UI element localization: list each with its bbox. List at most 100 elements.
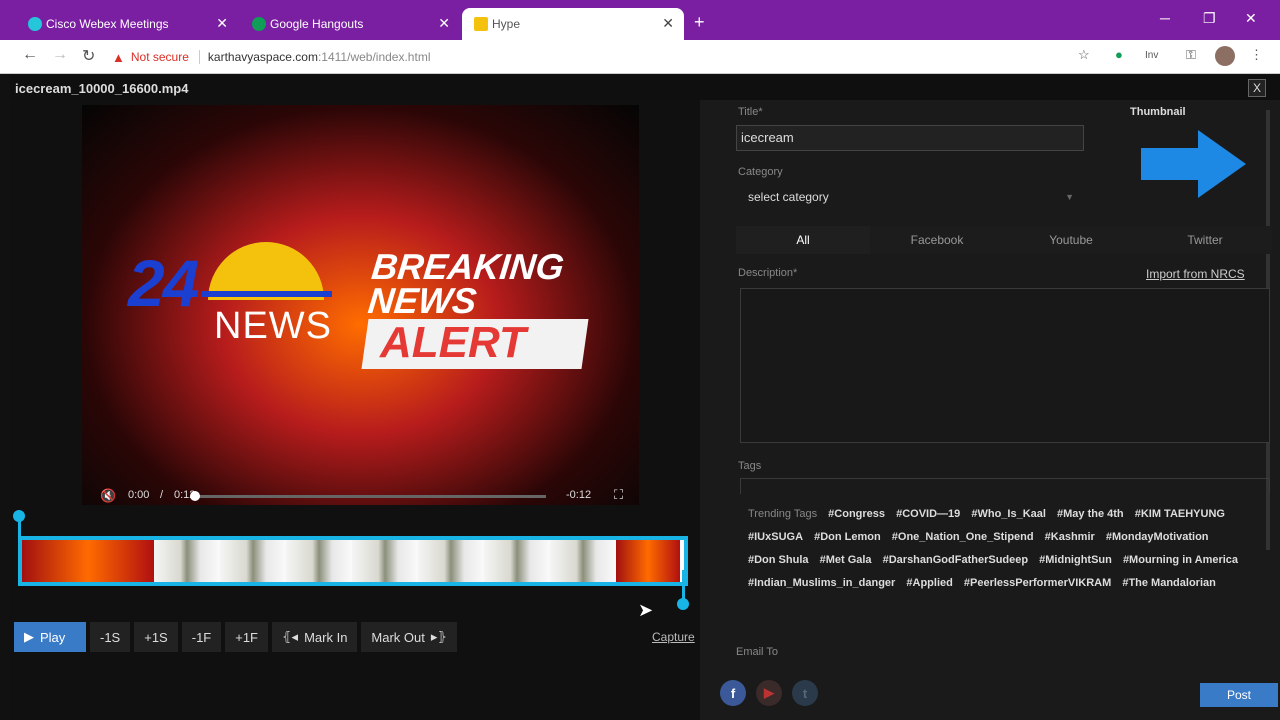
breaking-word: BREAKING xyxy=(369,246,567,287)
trim-out-handle[interactable] xyxy=(677,598,689,610)
email-to-label: Email To xyxy=(736,646,778,658)
key-icon[interactable]: ⚿ xyxy=(1186,47,1196,63)
arrow-right-icon xyxy=(1141,130,1246,198)
bookmark-star-icon[interactable]: ☆ xyxy=(1078,47,1090,63)
back-icon[interactable]: ← xyxy=(22,46,38,64)
trending-tag[interactable]: #MondayMotivation xyxy=(1106,531,1209,543)
forward-1s-button[interactable]: +1S xyxy=(134,622,178,652)
trending-tag[interactable]: #May the 4th xyxy=(1057,508,1124,520)
tab-twitter[interactable]: Twitter xyxy=(1138,226,1272,254)
time-current: 0:00 xyxy=(128,489,150,501)
browser-tab-hype[interactable]: Hype ✕ xyxy=(462,8,684,40)
extension-icon[interactable]: ● xyxy=(1115,47,1123,62)
import-nrcs-link[interactable]: Import from NRCS xyxy=(1146,267,1245,281)
trending-tag[interactable]: #DarshanGodFatherSudeep xyxy=(883,554,1028,566)
trending-tag[interactable]: #Met Gala xyxy=(820,554,872,566)
trending-tag[interactable]: #COVID—19 xyxy=(896,508,960,520)
trending-tag[interactable]: #Mourning in America xyxy=(1123,554,1238,566)
mark-out-button[interactable]: Mark Out ▸⦄ xyxy=(361,622,457,652)
trending-tag[interactable]: #Don Lemon xyxy=(814,531,881,543)
mark-in-icon: ⦃◂ xyxy=(282,629,299,644)
post-button[interactable]: Post xyxy=(1200,683,1278,707)
trending-tag[interactable]: #Who_Is_Kaal xyxy=(971,508,1046,520)
profile-label[interactable]: Inv xyxy=(1145,50,1158,61)
metadata-form: Title* icecream Thumbnail Category selec… xyxy=(700,100,1280,720)
twitter-icon[interactable]: t xyxy=(792,680,818,706)
clip-editor: icecream_10000_16600.mp4 X 24 NEWS BREAK… xyxy=(10,75,1280,720)
transport-controls: ▶ Play -1S +1S -1F +1F ⦃◂ Mark In Mark O… xyxy=(14,622,457,652)
description-textarea[interactable] xyxy=(740,288,1270,443)
trending-tag[interactable]: #MidnightSun xyxy=(1039,554,1112,566)
new-tab-icon[interactable]: + xyxy=(694,12,705,33)
trending-label: Trending Tags xyxy=(748,508,818,520)
tab-youtube[interactable]: Youtube xyxy=(1004,226,1138,254)
title-input[interactable]: icecream xyxy=(736,125,1084,151)
maximize-icon[interactable]: ❐ xyxy=(1203,10,1216,27)
hype-favicon-icon xyxy=(474,17,488,31)
tab-all[interactable]: All xyxy=(736,226,870,254)
trending-tag[interactable]: #The Mandalorian xyxy=(1122,577,1216,589)
facebook-icon[interactable]: f xyxy=(720,680,746,706)
minimize-icon[interactable]: ─ xyxy=(1160,10,1170,26)
thumbnail-label: Thumbnail xyxy=(1130,106,1186,118)
browser-tab-webex[interactable]: Cisco Webex Meetings ✕ xyxy=(16,8,238,40)
address-bar: ← → ↻ ▲ Not secure karthavyaspace.com :1… xyxy=(0,40,1280,74)
trending-tag[interactable]: #Don Shula xyxy=(748,554,809,566)
forward-icon[interactable]: → xyxy=(52,46,68,64)
trending-tag[interactable]: #Applied xyxy=(906,577,952,589)
reload-icon[interactable]: ↻ xyxy=(82,46,95,66)
thumbnail-preview[interactable] xyxy=(1136,124,1246,214)
alert-word: ALERT xyxy=(380,318,526,367)
filmstrip-frame xyxy=(418,540,484,582)
url-field[interactable]: ▲ Not secure karthavyaspace.com :1411/we… xyxy=(112,44,1062,70)
webex-favicon-icon xyxy=(28,17,42,31)
forward-1f-button[interactable]: +1F xyxy=(225,622,268,652)
news-word: NEWS xyxy=(366,280,479,321)
tab-facebook[interactable]: Facebook xyxy=(870,226,1004,254)
youtube-icon[interactable]: ▶ xyxy=(756,680,782,706)
capture-link[interactable]: Capture xyxy=(652,630,695,644)
mute-icon[interactable]: 🔇 xyxy=(100,488,116,504)
close-tab-icon[interactable]: ✕ xyxy=(438,15,450,32)
security-status[interactable]: Not secure xyxy=(131,50,189,64)
player-controls: 🔇 0:00 / 0:12 -0:12 ⛶ xyxy=(90,485,630,507)
fullscreen-icon[interactable]: ⛶ xyxy=(614,487,623,503)
close-editor-button[interactable]: X xyxy=(1248,79,1266,97)
mark-out-icon: ▸⦄ xyxy=(430,629,447,644)
category-select[interactable]: select category ▼ xyxy=(736,184,1084,210)
channel-word: NEWS xyxy=(214,305,332,347)
trim-in-handle[interactable] xyxy=(13,510,25,522)
video-player[interactable]: 24 NEWS BREAKING NEWS ALERT xyxy=(82,105,639,505)
browser-tab-hangouts[interactable]: Google Hangouts ✕ xyxy=(240,8,460,40)
category-label: Category xyxy=(738,166,783,178)
trending-tags: Trending Tags #Congress #COVID—19 #Who_I… xyxy=(748,503,1268,595)
seek-handle[interactable] xyxy=(190,491,200,501)
menu-icon[interactable]: ⋮ xyxy=(1250,47,1263,63)
tags-input[interactable] xyxy=(740,478,1270,494)
description-label: Description* xyxy=(738,267,798,279)
mark-in-button[interactable]: ⦃◂ Mark In xyxy=(272,622,358,652)
close-window-icon[interactable]: ✕ xyxy=(1245,10,1257,27)
close-tab-icon[interactable]: ✕ xyxy=(216,15,228,32)
channel-number: 24 xyxy=(128,246,199,320)
play-button[interactable]: ▶ Play xyxy=(14,622,86,652)
avatar[interactable] xyxy=(1215,46,1235,66)
trending-tag[interactable]: #PeerlessPerformerVIKRAM xyxy=(964,577,1111,589)
divider xyxy=(198,50,200,64)
trending-tag[interactable]: #Kashmir xyxy=(1045,531,1095,543)
trending-tag[interactable]: #Congress xyxy=(828,508,885,520)
trending-tag[interactable]: #One_Nation_One_Stipend xyxy=(892,531,1034,543)
filmstrip-frame xyxy=(484,540,550,582)
trending-tag[interactable]: #IUxSUGA xyxy=(748,531,803,543)
back-1s-button[interactable]: -1S xyxy=(90,622,131,652)
trending-tag[interactable]: #KIM TAEHYUNG xyxy=(1135,508,1225,520)
back-1f-button[interactable]: -1F xyxy=(181,622,222,652)
filmstrip[interactable] xyxy=(18,536,688,586)
platform-tabs: All Facebook Youtube Twitter xyxy=(736,226,1272,254)
trim-out-bar xyxy=(682,570,685,600)
close-tab-icon[interactable]: ✕ xyxy=(662,15,674,32)
seek-bar[interactable] xyxy=(192,495,546,498)
trending-tag[interactable]: #Indian_Muslims_in_danger xyxy=(748,577,895,589)
chevron-down-icon: ▼ xyxy=(1065,192,1074,202)
tab-title: Cisco Webex Meetings xyxy=(46,17,169,31)
